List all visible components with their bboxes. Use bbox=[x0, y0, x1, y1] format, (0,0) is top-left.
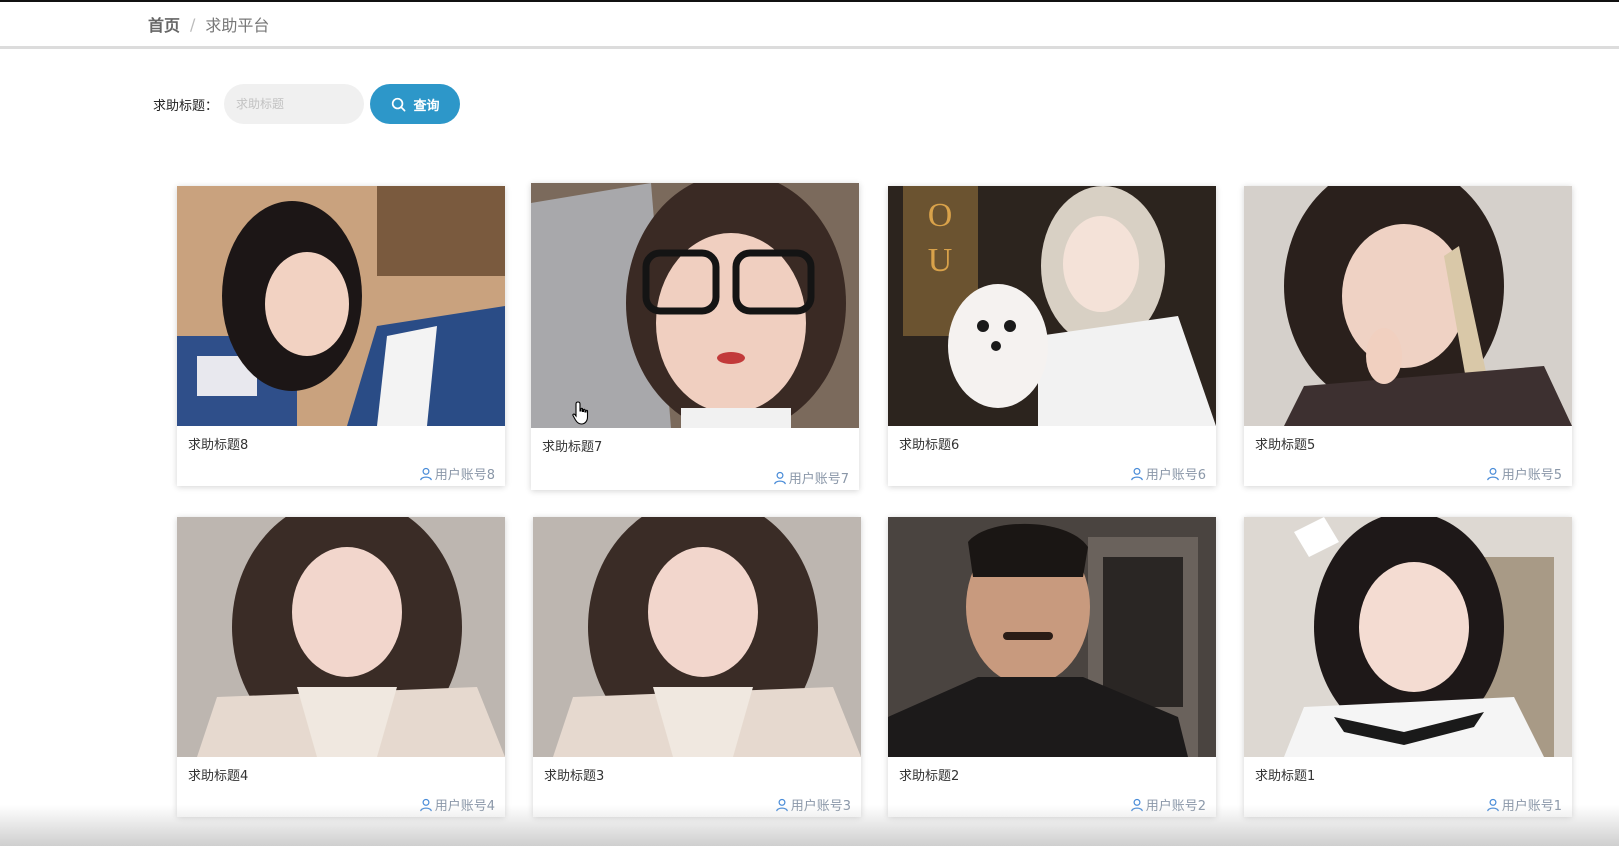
hand-cursor-icon bbox=[572, 401, 589, 425]
card-user: 用户账号6 bbox=[1130, 464, 1206, 483]
breadcrumb-home-link[interactable]: 首页 bbox=[148, 12, 180, 36]
user-icon bbox=[419, 798, 432, 811]
card-user-name: 用户账号2 bbox=[1145, 799, 1206, 814]
card-user-name: 用户账号8 bbox=[434, 468, 495, 483]
user-icon bbox=[773, 471, 786, 484]
card-title: 求助标题3 bbox=[544, 769, 605, 784]
user-icon bbox=[419, 467, 432, 480]
card-title: 求助标题6 bbox=[899, 438, 960, 453]
card-user-name: 用户账号4 bbox=[434, 799, 495, 814]
card-title: 求助标题2 bbox=[899, 769, 960, 784]
card-user: 用户账号5 bbox=[1486, 464, 1562, 483]
user-icon bbox=[1130, 467, 1143, 480]
card-user-name: 用户账号5 bbox=[1501, 468, 1562, 483]
card-user: 用户账号2 bbox=[1130, 795, 1206, 814]
user-icon bbox=[1486, 467, 1499, 480]
card-user: 用户账号7 bbox=[773, 468, 849, 487]
card-user: 用户账号4 bbox=[419, 795, 495, 814]
help-card[interactable]: O U 求助标题6 用户账号6 bbox=[888, 186, 1216, 486]
help-card[interactable]: 求助标题4 用户账号4 bbox=[177, 517, 505, 817]
search-button-label: 查询 bbox=[413, 98, 440, 114]
breadcrumb: 首页 / 求助平台 bbox=[0, 2, 1619, 49]
card-title: 求助标题1 bbox=[1255, 769, 1316, 784]
breadcrumb-current: 求助平台 bbox=[205, 16, 270, 35]
user-icon bbox=[1130, 798, 1143, 811]
card-title: 求助标题4 bbox=[188, 769, 249, 784]
card-photo[interactable] bbox=[1244, 517, 1572, 757]
sign-letter: O bbox=[928, 197, 953, 234]
search-icon bbox=[391, 97, 405, 111]
card-photo[interactable] bbox=[177, 186, 505, 426]
help-card[interactable]: 求助标题8 用户账号8 bbox=[177, 186, 505, 486]
card-user-name: 用户账号1 bbox=[1501, 799, 1562, 814]
card-photo[interactable] bbox=[531, 183, 859, 428]
card-user: 用户账号8 bbox=[419, 464, 495, 483]
search-input[interactable] bbox=[224, 84, 365, 124]
card-user: 用户账号3 bbox=[775, 795, 851, 814]
search-bar: 求助标题： 查询 bbox=[153, 84, 461, 124]
card-photo[interactable]: O U bbox=[888, 186, 1216, 426]
sign-letter: U bbox=[928, 242, 953, 279]
help-card[interactable]: 求助标题5 用户账号5 bbox=[1244, 186, 1572, 486]
help-card[interactable]: 求助标题7 用户账号7 bbox=[531, 183, 859, 490]
help-card[interactable]: 求助标题3 用户账号3 bbox=[533, 517, 861, 817]
card-photo[interactable] bbox=[888, 517, 1216, 757]
card-title: 求助标题8 bbox=[188, 438, 249, 453]
search-button[interactable]: 查询 bbox=[370, 84, 461, 124]
card-title: 求助标题5 bbox=[1255, 438, 1316, 453]
help-card[interactable]: 求助标题1 用户账号1 bbox=[1244, 517, 1572, 817]
card-photo[interactable] bbox=[533, 517, 861, 757]
card-user-name: 用户账号3 bbox=[790, 799, 851, 814]
user-icon bbox=[1486, 798, 1499, 811]
card-user-name: 用户账号7 bbox=[788, 472, 849, 487]
card-user: 用户账号1 bbox=[1486, 795, 1562, 814]
card-photo[interactable] bbox=[1244, 186, 1572, 426]
help-card[interactable]: 求助标题2 用户账号2 bbox=[888, 517, 1216, 817]
card-user-name: 用户账号6 bbox=[1145, 468, 1206, 483]
user-icon bbox=[775, 798, 788, 811]
breadcrumb-separator: / bbox=[190, 14, 196, 34]
search-label: 求助标题： bbox=[153, 98, 219, 114]
card-photo[interactable] bbox=[177, 517, 505, 757]
card-title: 求助标题7 bbox=[542, 440, 603, 455]
